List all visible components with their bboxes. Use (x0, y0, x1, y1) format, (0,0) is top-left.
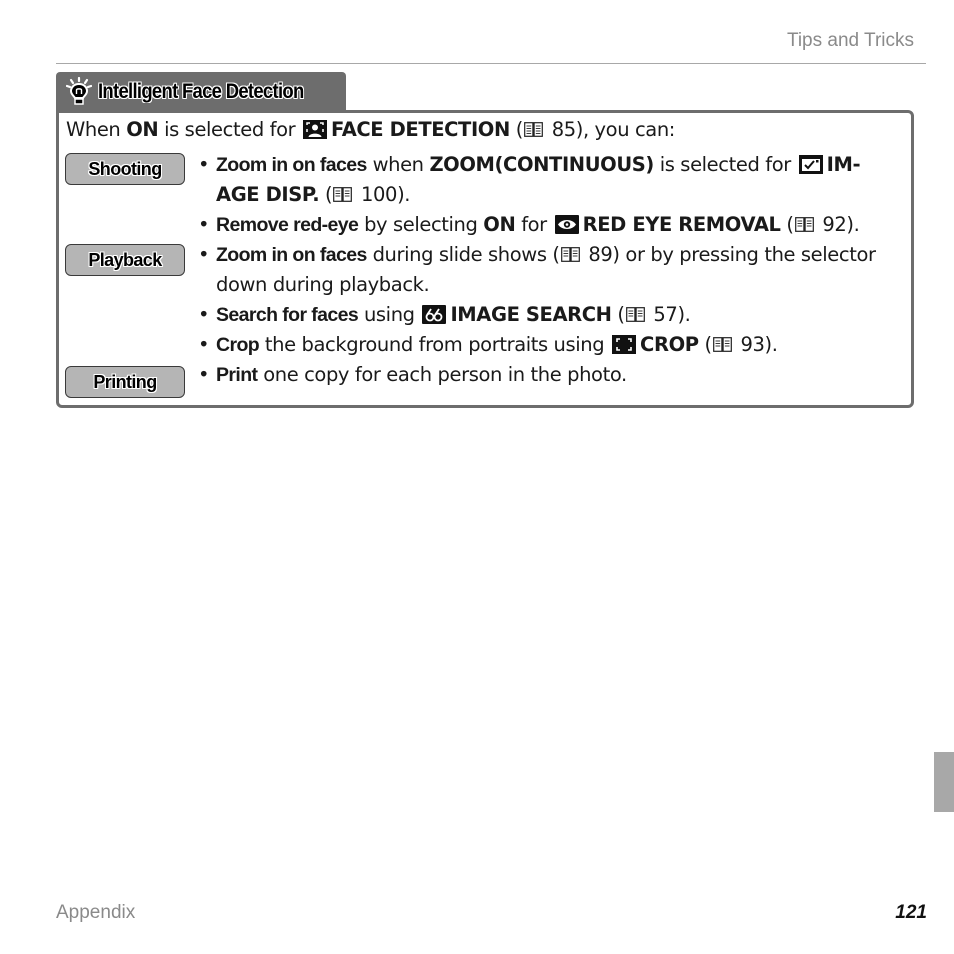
bullet-text: the background from portraits using (259, 333, 611, 356)
bullet-item: • Zoom in on faces during slide shows ( … (198, 240, 908, 300)
running-header: Tips and Tricks (786, 30, 914, 51)
crop-icon (612, 335, 637, 354)
header-divider (56, 63, 926, 64)
intro-on: ON (126, 118, 159, 141)
bullet-text: ). (397, 183, 411, 206)
bullet-dot: • (198, 363, 210, 386)
bullet-action: Zoom in on faces (216, 154, 367, 176)
bullet-action: Search for faces (216, 304, 359, 326)
bullet-text: ( (780, 213, 794, 236)
bullet-text: for (515, 213, 553, 236)
bullet-item: • Remove red-eye by selecting ON for RED… (198, 210, 908, 240)
book-icon (524, 122, 543, 137)
bullet-page-ref: 92 (816, 213, 847, 236)
bullet-action: Print (216, 364, 258, 386)
image-display-icon (798, 155, 823, 174)
bullet-item: • Print one copy for each person in the … (198, 360, 908, 390)
bullet-text: ). (677, 303, 691, 326)
bullet-page-ref: 89 (582, 243, 613, 266)
tag-shooting: Shooting (65, 153, 185, 185)
bullet-text: when (366, 153, 430, 176)
bullet-action: Zoom in on faces (216, 244, 367, 266)
bullet-dot: • (198, 213, 210, 236)
book-icon (333, 187, 353, 202)
bullet-setting: IMAGE SEARCH (450, 303, 612, 326)
bullet-item: • Search for faces using IMAGE SEARCH ( … (198, 300, 908, 330)
bullet-text: ). (764, 333, 778, 356)
bullet-setting: CROP (640, 333, 699, 356)
bullet-page-ref: 57 (647, 303, 678, 326)
book-icon (712, 337, 732, 352)
bullet-text: ( (611, 303, 625, 326)
bullet-dot: • (198, 243, 210, 266)
bullet-text: ). (846, 213, 860, 236)
page-number: 121 (895, 902, 927, 923)
bullet-action: Remove red-eye (216, 214, 359, 236)
lightbulb-icon (66, 77, 92, 105)
tag-printing: Printing (65, 366, 185, 398)
tip-bullet-list: • Zoom in on faces when ZOOM(CONTINUOUS)… (198, 150, 908, 390)
tip-title-tab: Intelligent Face Detection (56, 72, 346, 112)
tag-playback: Playback (65, 244, 185, 276)
footer-section: Appendix (56, 902, 136, 923)
bullet-option: ZOOM(CONTINUOUS) (429, 153, 654, 176)
bullet-setting: IM- (826, 153, 861, 176)
bullet-text: during slide shows ( (366, 243, 560, 266)
red-eye-icon (554, 215, 579, 234)
bullet-setting: RED EYE REMOVAL (582, 213, 781, 236)
bullet-text: ( (698, 333, 712, 356)
intro-text: When (66, 118, 127, 141)
bullet-item: • Crop the background from portraits usi… (198, 330, 908, 360)
face-detection-icon (303, 120, 328, 139)
bullet-page-ref: 93 (734, 333, 765, 356)
bullet-text: ( (319, 183, 333, 206)
bullet-text: one copy for each person in the photo. (257, 363, 627, 386)
intro-text: ), you can: (575, 118, 676, 141)
bullet-option: ON (483, 213, 516, 236)
tip-title: Intelligent Face Detection (98, 80, 304, 103)
image-search-icon (422, 305, 447, 324)
bullet-dot: • (198, 303, 210, 326)
intro-setting: FACE DETECTION (331, 118, 510, 141)
bullet-setting: AGE DISP. (216, 183, 320, 206)
intro-text: is selected for (158, 118, 302, 141)
bullet-text: is selected for (653, 153, 797, 176)
book-icon (794, 217, 814, 232)
bullet-action: Crop (216, 334, 260, 356)
book-icon (560, 247, 580, 262)
tip-intro: When ON is selected for FACE DETECTION (… (66, 118, 675, 141)
bullet-page-ref: 100 (355, 183, 398, 206)
book-icon (625, 307, 645, 322)
chapter-thumb-tab (934, 752, 954, 812)
bullet-dot: • (198, 333, 210, 356)
bullet-item: • Zoom in on faces when ZOOM(CONTINUOUS)… (198, 150, 908, 210)
intro-text: ( (509, 118, 524, 141)
bullet-text: by selecting (358, 213, 484, 236)
intro-page-ref: 85 (545, 118, 576, 141)
bullet-dot: • (198, 153, 210, 176)
bullet-text: using (358, 303, 421, 326)
